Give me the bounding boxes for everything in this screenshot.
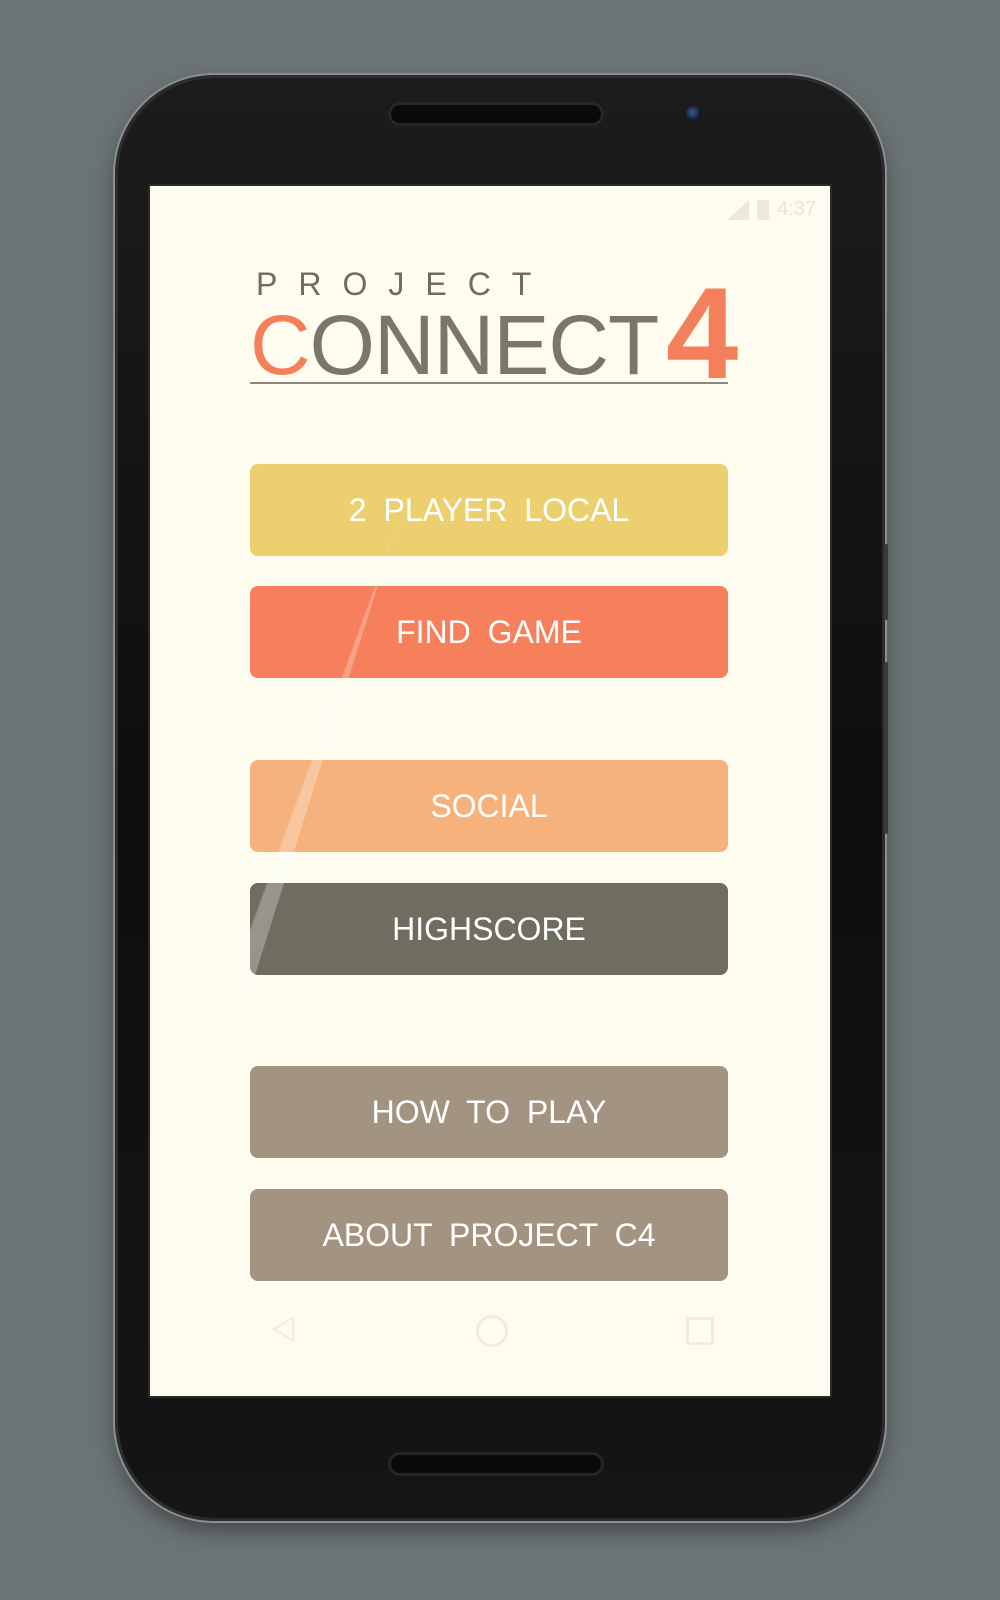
nav-back-icon-inner	[276, 1319, 292, 1339]
logo-connect-rest: ONNECT	[309, 298, 660, 392]
logo-divider	[250, 382, 728, 384]
nav-recents-icon[interactable]	[686, 1317, 714, 1345]
earpiece-speaker	[388, 102, 604, 126]
highscore-button[interactable]: HIGHSCORE	[250, 883, 728, 975]
front-camera	[686, 106, 702, 122]
logo-connect-word: CONNECT	[250, 298, 660, 392]
find-game-button[interactable]: FIND GAME	[250, 586, 728, 678]
two-player-local-button[interactable]: 2 PLAYER LOCAL	[250, 464, 728, 556]
logo-c-accent: C	[250, 298, 311, 392]
nav-home-icon[interactable]	[476, 1315, 508, 1347]
phone-frame: 4:37 PROJECT CONNECT 4 2 PLAYER LOCAL FI…	[118, 78, 888, 1518]
signal-icon	[727, 199, 750, 220]
battery-icon	[757, 199, 770, 220]
status-time: 4:37	[777, 198, 816, 220]
status-bar: 4:37	[727, 198, 816, 221]
about-button[interactable]: ABOUT PROJECT C4	[250, 1189, 728, 1281]
logo-number-four: 4	[666, 260, 739, 406]
how-to-play-button[interactable]: HOW TO PLAY	[250, 1066, 728, 1158]
volume-button	[884, 662, 888, 834]
navigation-bar	[150, 1310, 830, 1350]
social-button[interactable]: SOCIAL	[250, 760, 728, 852]
power-button	[884, 544, 888, 620]
bottom-speaker	[388, 1452, 604, 1476]
app-screen: 4:37 PROJECT CONNECT 4 2 PLAYER LOCAL FI…	[148, 184, 832, 1398]
